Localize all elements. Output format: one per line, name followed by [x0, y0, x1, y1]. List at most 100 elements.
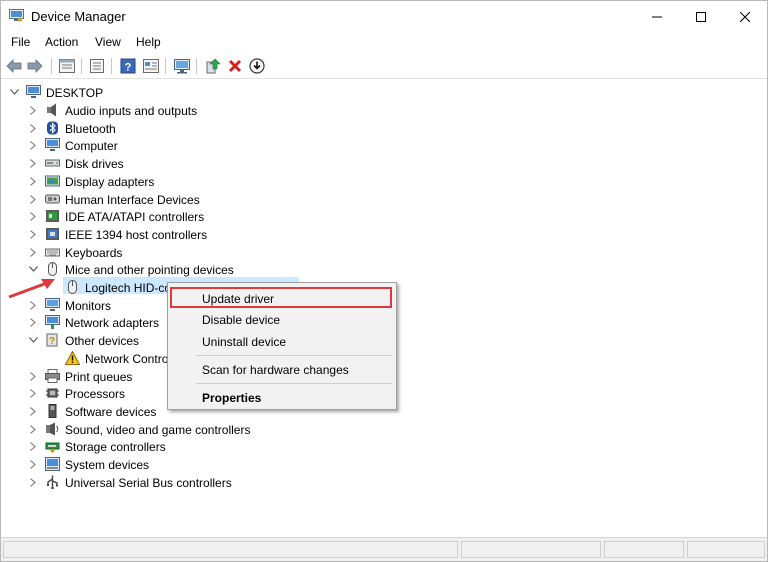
speaker-icon	[47, 103, 56, 117]
tree-category-row[interactable]: Sound, video and game controllers	[1, 421, 301, 438]
properties-icon	[59, 59, 75, 73]
chevron-right-icon[interactable]	[28, 247, 38, 257]
menu-disable-device[interactable]: Disable device	[202, 313, 280, 327]
tree-item-label: IEEE 1394 host controllers	[65, 228, 208, 242]
menu-scan-hardware[interactable]: Scan for hardware changes	[202, 363, 349, 377]
scan-hardware-icon	[174, 59, 190, 74]
usb-icon	[47, 475, 59, 489]
download-icon	[249, 58, 265, 74]
tree-category-row[interactable]: Mice and other pointing devices	[1, 261, 301, 278]
scan-hardware-button[interactable]	[173, 57, 191, 75]
chevron-right-icon[interactable]	[28, 140, 38, 150]
other-devices-icon: ?	[46, 333, 58, 347]
tree-category-row[interactable]: Storage controllers	[1, 438, 301, 455]
status-segment	[687, 541, 765, 558]
tree-category-row[interactable]: Human Interface Devices	[1, 191, 301, 208]
resources-button[interactable]	[142, 57, 160, 75]
storage-icon	[45, 442, 60, 453]
chevron-right-icon[interactable]	[28, 194, 38, 204]
minimize-button[interactable]	[634, 1, 680, 32]
menu-view[interactable]: View	[95, 35, 121, 49]
menu-help[interactable]: Help	[136, 35, 161, 49]
chevron-right-icon[interactable]	[28, 123, 38, 133]
chevron-down-icon[interactable]	[28, 335, 38, 345]
tree-category-row[interactable]: Computer	[1, 137, 301, 154]
keyboard-icon	[45, 248, 60, 257]
forward-button[interactable]	[26, 57, 44, 75]
tree-item-label: Software devices	[65, 405, 157, 419]
tree-item-label: System devices	[65, 458, 150, 472]
context-menu: Update driver Disable device Uninstall d…	[167, 282, 397, 410]
chevron-right-icon[interactable]	[28, 176, 38, 186]
tree-item-label: Processors	[65, 387, 126, 401]
tree-category-row[interactable]: Audio inputs and outputs	[1, 102, 301, 119]
tree-root-label: DESKTOP	[46, 86, 104, 100]
tree-category-row[interactable]: Keyboards	[1, 244, 301, 261]
menu-action[interactable]: Action	[45, 35, 78, 49]
menu-update-driver[interactable]: Update driver	[202, 292, 274, 306]
chevron-right-icon[interactable]	[28, 441, 38, 451]
chevron-down-icon[interactable]	[28, 264, 38, 274]
network-icon	[45, 315, 60, 329]
tree-item-label: Storage controllers	[65, 440, 166, 454]
menu-properties[interactable]: Properties	[202, 391, 261, 405]
chevron-right-icon[interactable]	[28, 459, 38, 469]
chevron-right-icon[interactable]	[28, 424, 38, 434]
tree-category-row[interactable]: IEEE 1394 host controllers	[1, 226, 301, 243]
forward-icon	[27, 59, 43, 73]
tree-item-label: Display adapters	[65, 175, 155, 189]
status-segment	[3, 541, 458, 558]
chevron-right-icon[interactable]	[28, 158, 38, 168]
chevron-down-icon[interactable]	[9, 87, 19, 97]
properties-button[interactable]	[58, 57, 76, 75]
chevron-right-icon[interactable]	[28, 406, 38, 416]
list-button[interactable]	[88, 57, 106, 75]
printer-icon	[45, 369, 60, 383]
menu-bar: File Action View Help	[1, 32, 767, 52]
chevron-right-icon[interactable]	[28, 477, 38, 487]
tree-item-label: Audio inputs and outputs	[65, 104, 198, 118]
menu-file[interactable]: File	[11, 35, 30, 49]
tree-root[interactable]: DESKTOP	[1, 84, 301, 101]
close-icon	[740, 11, 750, 22]
chevron-right-icon[interactable]	[28, 371, 38, 381]
close-button[interactable]	[722, 1, 768, 32]
processor-icon	[46, 388, 59, 398]
chevron-right-icon[interactable]	[28, 105, 38, 115]
tree-item-label: Keyboards	[65, 246, 123, 260]
tree-item-label: IDE ATA/ATAPI controllers	[65, 210, 205, 224]
chevron-right-icon[interactable]	[28, 229, 38, 239]
tree-category-row[interactable]: Disk drives	[1, 155, 301, 172]
update-driver-button[interactable]	[204, 57, 222, 75]
tree-item-label: Bluetooth	[65, 122, 116, 136]
uninstall-icon	[228, 59, 242, 73]
chevron-right-icon[interactable]	[28, 211, 38, 221]
maximize-button[interactable]	[678, 1, 724, 32]
computer-root-icon	[26, 85, 41, 98]
system-icon	[45, 457, 60, 471]
svg-text:?: ?	[49, 336, 55, 347]
tree-category-row[interactable]: IDE ATA/ATAPI controllers	[1, 208, 301, 225]
tree-category-row[interactable]: Display adapters	[1, 173, 301, 190]
uninstall-button[interactable]	[226, 57, 244, 75]
tree-category-row[interactable]: Universal Serial Bus controllers	[1, 474, 301, 491]
tree-item-label: Monitors	[65, 299, 112, 313]
help-button[interactable]: ?	[119, 57, 137, 75]
toolbar-separator	[81, 58, 82, 74]
chevron-right-icon[interactable]	[28, 388, 38, 398]
download-button[interactable]	[248, 57, 266, 75]
tree-item-label: Mice and other pointing devices	[65, 263, 234, 277]
chevron-right-icon[interactable]	[28, 300, 38, 310]
tree-category-row[interactable]: System devices	[1, 456, 301, 473]
display-icon	[45, 175, 60, 187]
tree-category-row[interactable]: Bluetooth	[1, 120, 301, 137]
tree-item-label: Other devices	[65, 334, 140, 348]
tree-item-label: Network Contro	[85, 352, 169, 366]
chevron-right-icon[interactable]	[28, 317, 38, 327]
back-icon	[6, 59, 22, 73]
tree-item-label: Computer	[65, 139, 118, 153]
status-segment	[604, 541, 684, 558]
software-icon	[48, 404, 57, 418]
back-button[interactable]	[5, 57, 23, 75]
menu-uninstall-device[interactable]: Uninstall device	[202, 335, 286, 349]
